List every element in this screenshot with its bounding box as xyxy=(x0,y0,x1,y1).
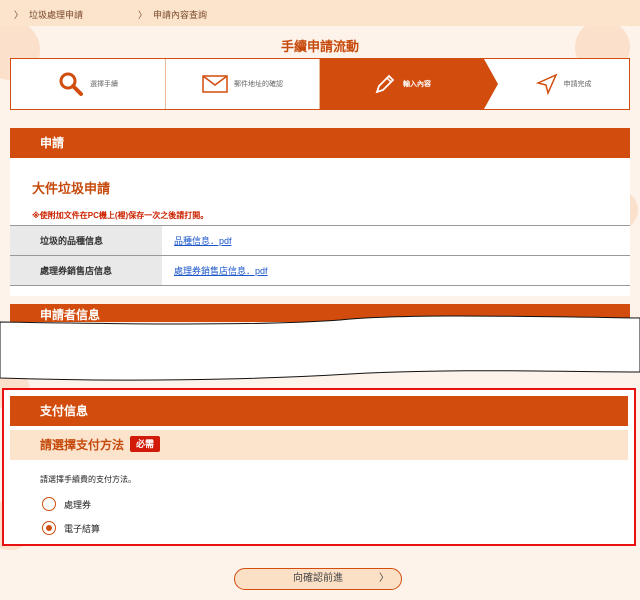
breadcrumb-item[interactable]: 〉申請內容查詢 xyxy=(138,8,207,21)
radio-button-checked[interactable] xyxy=(42,521,56,535)
step-email-confirm: 郵件地址的確認 xyxy=(166,59,320,109)
application-section-title: 申請 xyxy=(10,128,630,158)
breadcrumb-item[interactable]: 〉垃圾處理申請 xyxy=(14,8,83,21)
search-icon xyxy=(59,72,83,96)
payment-question-label: 請選擇支付方法 xyxy=(40,438,125,452)
payment-panel: 支付信息 請選擇支付方法 必需 請選擇手續費的支付方法。 處理券 電子結算 xyxy=(2,388,636,546)
row-value: 品種信息．pdf xyxy=(162,225,630,256)
pdf-link[interactable]: 品種信息．pdf xyxy=(174,236,232,246)
breadcrumb: 〉垃圾處理申請 〉申請內容查詢 xyxy=(0,0,640,26)
step-label: 申請完成 xyxy=(563,81,592,88)
attachment-note: ※使附加文件在PC機上(裡)保存一次之後請打開。 xyxy=(32,211,209,220)
page-title: 手續申請流動 xyxy=(280,39,359,54)
proceed-button-label: 向確認前進 xyxy=(293,573,343,584)
payment-option-label: 處理券 xyxy=(64,499,92,510)
breadcrumb-label: 申請內容查詢 xyxy=(153,10,208,20)
breadcrumb-label: 垃圾處理申請 xyxy=(29,10,84,20)
row-value: 處理券銷售店信息．pdf xyxy=(162,255,630,286)
step-label: 郵件地址的確認 xyxy=(234,81,283,88)
row-label: 垃圾的品種信息 xyxy=(10,225,162,256)
payment-question: 請選擇支付方法 必需 xyxy=(10,430,628,460)
send-icon xyxy=(535,73,557,95)
step-label: 輸入內容 xyxy=(403,81,431,88)
table-row: 處理券銷售店信息 處理券銷售店信息．pdf xyxy=(10,255,630,286)
chevron-right-icon: 〉 xyxy=(379,573,389,584)
chevron-right-icon: 〉 xyxy=(14,10,24,20)
table-row: 垃圾的品種信息 品種信息．pdf xyxy=(10,225,630,256)
progress-steps: 選擇手續 郵件地址的確認 輸入內容 申請完成 xyxy=(10,58,630,110)
payment-option-label: 電子結算 xyxy=(64,523,101,534)
payment-instruction: 請選擇手續費的支付方法。 xyxy=(40,475,136,484)
application-subtitle: 大件垃圾申請 xyxy=(32,181,111,196)
step-enter-content: 輸入內容 xyxy=(320,59,484,109)
row-label: 處理券銷售店信息 xyxy=(10,255,162,286)
envelope-icon xyxy=(202,75,228,93)
payment-option-ticket[interactable]: 處理券 xyxy=(42,497,91,511)
application-panel: 申請 大件垃圾申請 ※使附加文件在PC機上(裡)保存一次之後請打開。 垃圾的品種… xyxy=(10,128,630,296)
torn-edge xyxy=(0,315,640,381)
payment-option-electronic[interactable]: 電子結算 xyxy=(42,521,100,535)
step-label: 選擇手續 xyxy=(90,81,118,88)
pdf-link[interactable]: 處理券銷售店信息．pdf xyxy=(174,266,268,276)
required-badge: 必需 xyxy=(130,436,161,452)
step-arrow xyxy=(484,59,498,109)
chevron-right-icon: 〉 xyxy=(138,10,148,20)
proceed-to-confirm-button[interactable]: 向確認前進 〉 xyxy=(234,568,402,590)
radio-button[interactable] xyxy=(42,497,56,511)
pencil-icon xyxy=(375,74,395,94)
step-complete: 申請完成 xyxy=(498,59,629,109)
attachment-table: 垃圾的品種信息 品種信息．pdf 處理券銷售店信息 處理券銷售店信息．pdf xyxy=(10,225,630,286)
payment-section-title: 支付信息 xyxy=(10,396,628,426)
step-select-procedure: 選擇手續 xyxy=(11,59,166,109)
